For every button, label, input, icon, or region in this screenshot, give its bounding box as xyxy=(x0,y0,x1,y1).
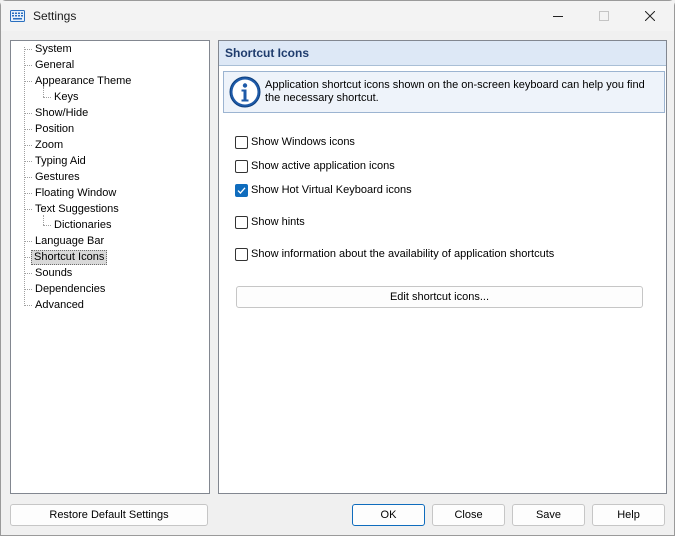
settings-window: Settings System General Appearance Theme… xyxy=(0,0,675,536)
info-icon xyxy=(229,76,261,108)
close-window-button[interactable] xyxy=(627,1,673,31)
checkbox[interactable] xyxy=(235,247,248,261)
section-header: Shortcut Icons xyxy=(219,41,666,66)
edit-shortcut-icons-button[interactable]: Edit shortcut icons... xyxy=(236,286,643,308)
tree-item-general[interactable]: General xyxy=(33,58,76,73)
checkbox[interactable] xyxy=(235,215,248,229)
tree-item-zoom[interactable]: Zoom xyxy=(33,138,65,153)
option-label: Show active application icons xyxy=(251,160,395,172)
maximize-button[interactable] xyxy=(581,1,627,31)
save-button[interactable]: Save xyxy=(512,504,585,526)
option-label: Show hints xyxy=(251,216,305,228)
help-button[interactable]: Help xyxy=(592,504,665,526)
tree-item-appearance-theme[interactable]: Appearance Theme xyxy=(33,74,133,89)
tree-item-dependencies[interactable]: Dependencies xyxy=(33,282,107,297)
tree-item-position[interactable]: Position xyxy=(33,122,76,137)
restore-defaults-button[interactable]: Restore Default Settings xyxy=(10,504,208,526)
close-icon xyxy=(645,11,655,21)
tree-item-sounds[interactable]: Sounds xyxy=(33,266,74,281)
checkbox-checked[interactable] xyxy=(235,183,248,197)
tree-item-advanced[interactable]: Advanced xyxy=(33,298,86,313)
tree-item-language-bar[interactable]: Language Bar xyxy=(33,234,106,249)
tree-item-typing-aid[interactable]: Typing Aid xyxy=(33,154,88,169)
option-show-hot-virtual-keyboard-icons[interactable]: Show Hot Virtual Keyboard icons xyxy=(235,182,412,198)
option-show-active-application-icons[interactable]: Show active application icons xyxy=(235,158,395,174)
tree-item-shortcut-icons[interactable]: Shortcut Icons xyxy=(31,250,108,265)
checkmark-icon xyxy=(237,186,246,194)
checkbox[interactable] xyxy=(235,159,248,173)
settings-tree[interactable]: System General Appearance Theme Keys Sho… xyxy=(10,40,210,494)
option-label: Show Windows icons xyxy=(251,136,355,148)
tree-item-floating-window[interactable]: Floating Window xyxy=(33,186,118,201)
close-button[interactable]: Close xyxy=(432,504,505,526)
tree-item-show-hide[interactable]: Show/Hide xyxy=(33,106,90,121)
tree-item-dictionaries[interactable]: Dictionaries xyxy=(52,218,113,233)
maximize-icon xyxy=(599,11,609,21)
info-text: Application shortcut icons shown on the … xyxy=(265,79,645,104)
tree-item-keys[interactable]: Keys xyxy=(52,90,80,105)
title-bar: Settings xyxy=(1,1,674,31)
info-box: Application shortcut icons shown on the … xyxy=(223,71,665,113)
tree-item-system[interactable]: System xyxy=(33,42,74,57)
tree-item-gestures[interactable]: Gestures xyxy=(33,170,82,185)
option-label: Show information about the availability … xyxy=(251,248,555,260)
content-panel: Shortcut Icons Application shortcut icon… xyxy=(218,40,667,494)
tree-item-text-suggestions[interactable]: Text Suggestions xyxy=(33,202,121,217)
section-title: Shortcut Icons xyxy=(225,46,310,60)
option-show-shortcut-availability[interactable]: Show information about the availability … xyxy=(235,246,554,262)
option-show-windows-icons[interactable]: Show Windows icons xyxy=(235,134,355,150)
option-show-hints[interactable]: Show hints xyxy=(235,214,305,230)
minimize-icon xyxy=(553,16,563,17)
tree-line xyxy=(24,47,25,304)
option-label: Show Hot Virtual Keyboard icons xyxy=(251,184,412,196)
ok-button[interactable]: OK xyxy=(352,504,425,526)
minimize-button[interactable] xyxy=(535,1,581,31)
keyboard-icon xyxy=(10,10,25,22)
checkbox[interactable] xyxy=(235,135,248,149)
window-title: Settings xyxy=(33,9,77,23)
